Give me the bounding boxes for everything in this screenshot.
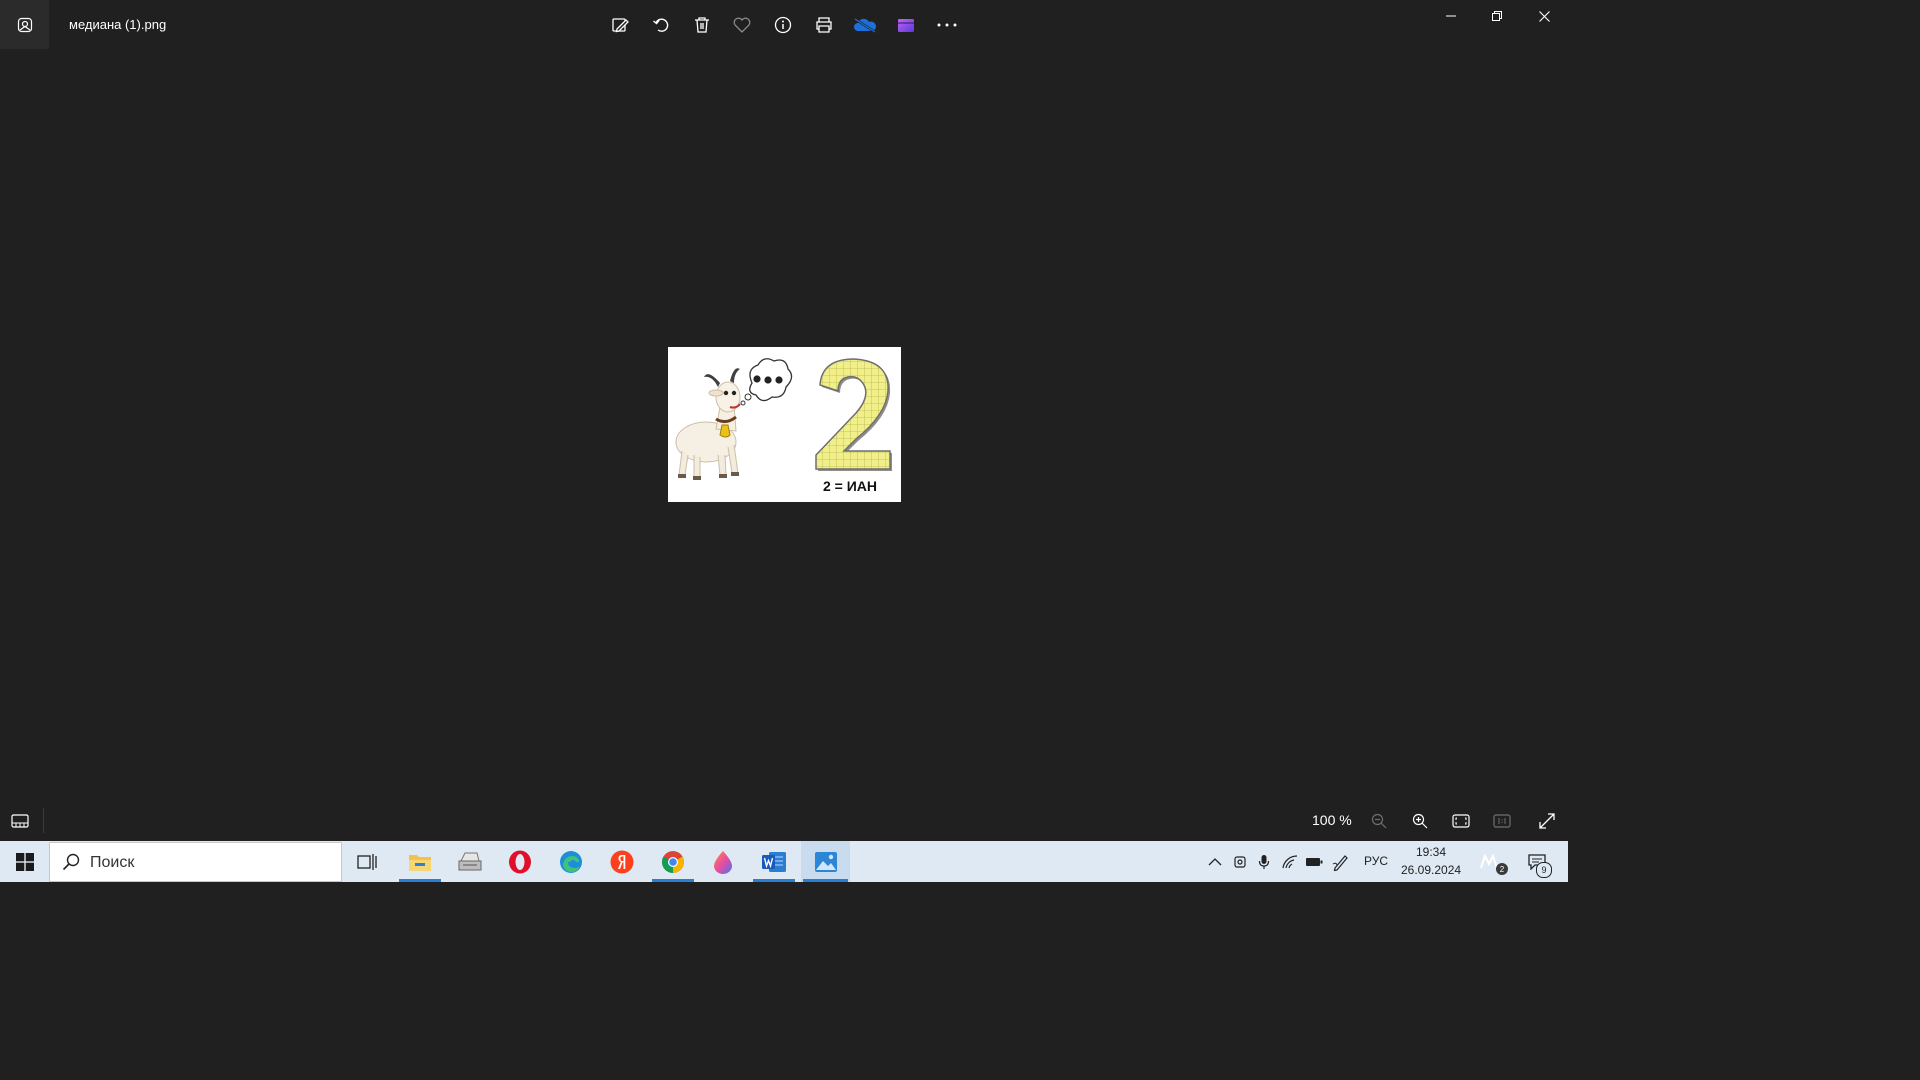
tray-pen[interactable] bbox=[1330, 841, 1352, 882]
more-icon bbox=[937, 23, 957, 27]
close-button[interactable] bbox=[1521, 0, 1567, 32]
fit-to-window-button[interactable] bbox=[1449, 809, 1473, 833]
taskbar-file-explorer[interactable] bbox=[397, 841, 443, 882]
meet-badge: 2 bbox=[1496, 863, 1508, 875]
divider bbox=[43, 808, 44, 833]
pen-workspace-icon bbox=[1332, 854, 1348, 871]
rotate-button[interactable] bbox=[648, 12, 674, 38]
clipchamp-icon bbox=[898, 19, 914, 32]
zoom-in-icon bbox=[1412, 813, 1428, 829]
taskbar-word[interactable] bbox=[751, 841, 797, 882]
color-drop-icon bbox=[714, 850, 732, 874]
file-explorer-icon bbox=[409, 854, 431, 871]
photos-app-button[interactable] bbox=[0, 0, 49, 49]
taskbar-chrome[interactable] bbox=[650, 841, 696, 882]
clock-time[interactable]: 19:34 bbox=[1416, 845, 1446, 859]
favorite-icon bbox=[733, 17, 751, 33]
clock-date[interactable]: 26.09.2024 bbox=[1401, 863, 1461, 877]
search-placeholder: Поиск bbox=[90, 854, 135, 871]
microphone-icon bbox=[1258, 854, 1270, 869]
photos-icon bbox=[17, 17, 32, 32]
battery-icon bbox=[1306, 857, 1323, 866]
taskbar-edge[interactable] bbox=[548, 841, 594, 882]
tray-battery[interactable] bbox=[1303, 841, 1325, 882]
action-center-button[interactable]: 9 bbox=[1522, 841, 1552, 882]
tray-meet-now[interactable]: 2 bbox=[1478, 841, 1508, 882]
minimize-icon bbox=[1446, 15, 1456, 17]
camera-in-use-icon bbox=[1234, 855, 1246, 868]
printer-scanner-icon bbox=[458, 852, 482, 870]
taskbar-opera[interactable] bbox=[497, 841, 543, 882]
edit-image-button[interactable] bbox=[607, 12, 633, 38]
onedrive-icon bbox=[854, 17, 876, 33]
more-options-button[interactable] bbox=[934, 12, 960, 38]
task-view-button[interactable] bbox=[344, 841, 390, 882]
taskbar-search[interactable]: Поиск bbox=[49, 842, 342, 882]
chevron-up-icon bbox=[1208, 857, 1222, 865]
zoom-out-icon bbox=[1371, 813, 1387, 829]
start-button[interactable] bbox=[0, 841, 49, 882]
bottom-bar: 100 % bbox=[0, 800, 1568, 841]
actual-size-button[interactable] bbox=[1490, 809, 1514, 833]
onedrive-button[interactable] bbox=[852, 12, 878, 38]
zoom-in-button[interactable] bbox=[1408, 809, 1432, 833]
chrome-icon bbox=[662, 850, 684, 873]
taskbar-photos[interactable] bbox=[801, 841, 850, 882]
rotate-icon bbox=[653, 18, 669, 32]
word-icon bbox=[762, 851, 786, 872]
delete-button[interactable] bbox=[689, 12, 715, 38]
tray-network[interactable] bbox=[1279, 841, 1301, 882]
title-bar: медиана (1).png bbox=[0, 0, 1568, 49]
taskbar: Поиск РУС 19:34 26.09.2024 2 9 bbox=[0, 841, 1568, 882]
info-icon bbox=[774, 16, 792, 34]
zoom-level[interactable]: 100 % bbox=[1312, 812, 1352, 828]
info-button[interactable] bbox=[770, 12, 796, 38]
notification-count-badge: 9 bbox=[1536, 862, 1552, 878]
show-hidden-icons-button[interactable] bbox=[1205, 841, 1225, 882]
zoom-out-button[interactable] bbox=[1367, 809, 1391, 833]
photos-app-icon bbox=[814, 851, 837, 872]
expand-icon bbox=[1539, 813, 1555, 829]
tray-camera[interactable] bbox=[1230, 841, 1250, 882]
edit-image-icon bbox=[612, 18, 629, 33]
tray-microphone[interactable] bbox=[1254, 841, 1274, 882]
restore-button[interactable] bbox=[1474, 0, 1520, 32]
taskbar-fax-scan[interactable] bbox=[447, 841, 493, 882]
windows-icon bbox=[15, 852, 34, 871]
search-icon bbox=[62, 853, 80, 871]
opera-icon bbox=[509, 850, 531, 873]
close-icon bbox=[1538, 10, 1550, 22]
image-caption: 2 = ИАН bbox=[823, 478, 878, 494]
input-language[interactable]: РУС bbox=[1364, 854, 1388, 868]
wifi-icon bbox=[1282, 854, 1298, 868]
print-button[interactable] bbox=[811, 12, 837, 38]
file-name: медиана (1).png bbox=[69, 17, 167, 32]
task-view-icon bbox=[357, 853, 377, 870]
yandex-icon bbox=[610, 850, 634, 873]
print-icon bbox=[816, 17, 832, 33]
actual-size-icon bbox=[1493, 814, 1511, 828]
clipchamp-button[interactable] bbox=[893, 12, 919, 38]
taskbar-paint-drop-app[interactable] bbox=[700, 841, 746, 882]
delete-icon bbox=[695, 17, 709, 33]
favorite-button[interactable] bbox=[729, 12, 755, 38]
minimize-button[interactable] bbox=[1428, 0, 1474, 32]
fullscreen-button[interactable] bbox=[1535, 809, 1559, 833]
fit-window-icon bbox=[1452, 814, 1470, 828]
filmstrip-icon bbox=[11, 814, 29, 828]
filmstrip-button[interactable] bbox=[8, 809, 32, 833]
edge-icon bbox=[560, 850, 582, 873]
taskbar-yandex-browser[interactable] bbox=[599, 841, 645, 882]
restore-icon bbox=[1492, 11, 1502, 21]
